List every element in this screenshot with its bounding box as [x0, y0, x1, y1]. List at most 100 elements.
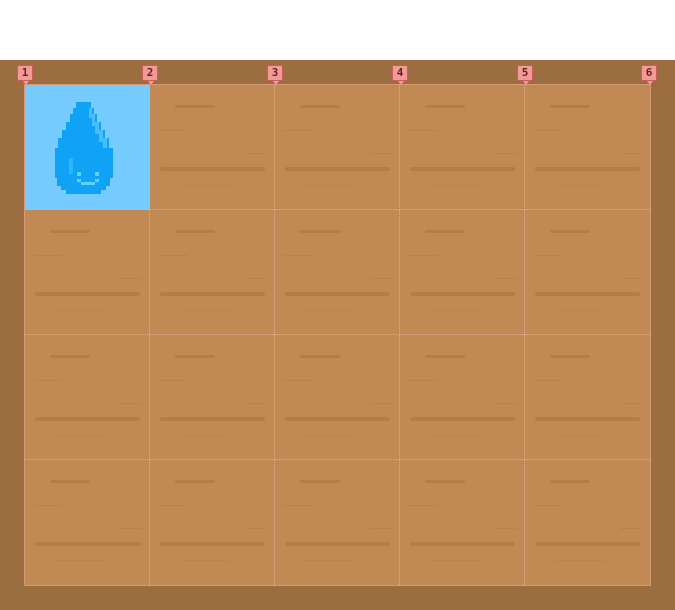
wood-grain [158, 505, 188, 506]
column-marker-3: 3 [267, 65, 283, 85]
wood-grain [175, 105, 215, 108]
wood-grain [180, 185, 230, 186]
wood-grain [410, 167, 515, 171]
wood-grain [55, 435, 105, 436]
wood-grain [283, 255, 313, 256]
wood-grain [160, 542, 265, 546]
wood-grain [33, 505, 63, 506]
wood-grain [495, 153, 517, 154]
wood-grain [430, 310, 480, 311]
wood-grain [245, 528, 267, 529]
wood-grain [160, 417, 265, 421]
wood-grain [555, 435, 605, 436]
wood-grain [180, 560, 230, 561]
wood-grain [410, 292, 515, 296]
wood-grain [535, 292, 640, 296]
wood-grain [35, 542, 140, 546]
grid-cell-r2-c1[interactable] [25, 210, 150, 335]
wood-grain [300, 105, 340, 108]
wood-grain [300, 480, 340, 483]
grid-cell-r2-c3[interactable] [275, 210, 400, 335]
grid-cell-r4-c4[interactable] [400, 460, 525, 585]
grid-cell-r3-c3[interactable] [275, 335, 400, 460]
grid-cell-r4-c1[interactable] [25, 460, 150, 585]
grid-cell-r3-c5[interactable] [525, 335, 650, 460]
wood-grain [160, 167, 265, 171]
wood-grain [370, 403, 392, 404]
wood-grain [533, 130, 563, 131]
wood-grain [533, 255, 563, 256]
wood-grain [555, 560, 605, 561]
grid-cell-r3-c1[interactable] [25, 335, 150, 460]
wood-grain [495, 528, 517, 529]
grid-cell-r4-c5[interactable] [525, 460, 650, 585]
wood-grain [535, 417, 640, 421]
wood-grain [285, 292, 390, 296]
wood-grain [495, 278, 517, 279]
wood-grain [160, 292, 265, 296]
wood-grain [175, 480, 215, 483]
wood-grain [550, 230, 590, 233]
grid-cell-r4-c3[interactable] [275, 460, 400, 585]
grid-cell-r1-c3[interactable] [275, 85, 400, 210]
wood-grain [50, 230, 90, 233]
wood-grain [283, 505, 313, 506]
wood-grain [33, 380, 63, 381]
wood-grain [550, 355, 590, 358]
wood-grain [50, 480, 90, 483]
wood-grain [283, 380, 313, 381]
column-marker-2: 2 [142, 65, 158, 85]
grid-cell-r4-c2[interactable] [150, 460, 275, 585]
grid-cell-r2-c5[interactable] [525, 210, 650, 335]
grid-cell-r2-c2[interactable] [150, 210, 275, 335]
wood-grain [370, 528, 392, 529]
wood-grain [158, 380, 188, 381]
wood-grain [285, 542, 390, 546]
wood-grain [620, 403, 642, 404]
wood-grain [175, 230, 215, 233]
wood-grain [620, 153, 642, 154]
wood-grain [430, 185, 480, 186]
wood-grain [430, 560, 480, 561]
wood-grain [430, 435, 480, 436]
wood-grain [550, 105, 590, 108]
wood-grain [300, 355, 340, 358]
column-marker-6: 6 [641, 65, 657, 85]
wood-grain [120, 403, 142, 404]
wood-grain [180, 435, 230, 436]
wood-grain [300, 230, 340, 233]
grid-cell-r2-c4[interactable] [400, 210, 525, 335]
wood-grain [535, 542, 640, 546]
grid-cell-r3-c2[interactable] [150, 335, 275, 460]
wood-grain [533, 505, 563, 506]
wood-grain [408, 255, 438, 256]
wood-grain [35, 417, 140, 421]
wood-grain [245, 403, 267, 404]
grid-cell-r3-c4[interactable] [400, 335, 525, 460]
wood-grain [533, 380, 563, 381]
wood-grain [370, 278, 392, 279]
game-grid [24, 84, 651, 586]
wood-grain [305, 560, 355, 561]
grid-cell-r1-c2[interactable] [150, 85, 275, 210]
wood-grain [620, 278, 642, 279]
wood-grain [285, 417, 390, 421]
grid-cell-r1-c4[interactable] [400, 85, 525, 210]
wood-grain [550, 480, 590, 483]
wood-grain [120, 278, 142, 279]
wood-grain [305, 310, 355, 311]
wood-grain [55, 310, 105, 311]
wood-grain [305, 185, 355, 186]
wood-grain [33, 255, 63, 256]
grid-cell-water-r1-c1[interactable] [25, 85, 150, 210]
wood-grain [555, 185, 605, 186]
wood-grain [35, 292, 140, 296]
wood-grain [425, 480, 465, 483]
wood-grain [370, 153, 392, 154]
wood-grain [120, 528, 142, 529]
column-marker-4: 4 [392, 65, 408, 85]
wood-grain [555, 310, 605, 311]
wood-grain [425, 230, 465, 233]
grid-cell-r1-c5[interactable] [525, 85, 650, 210]
wood-grain [408, 505, 438, 506]
